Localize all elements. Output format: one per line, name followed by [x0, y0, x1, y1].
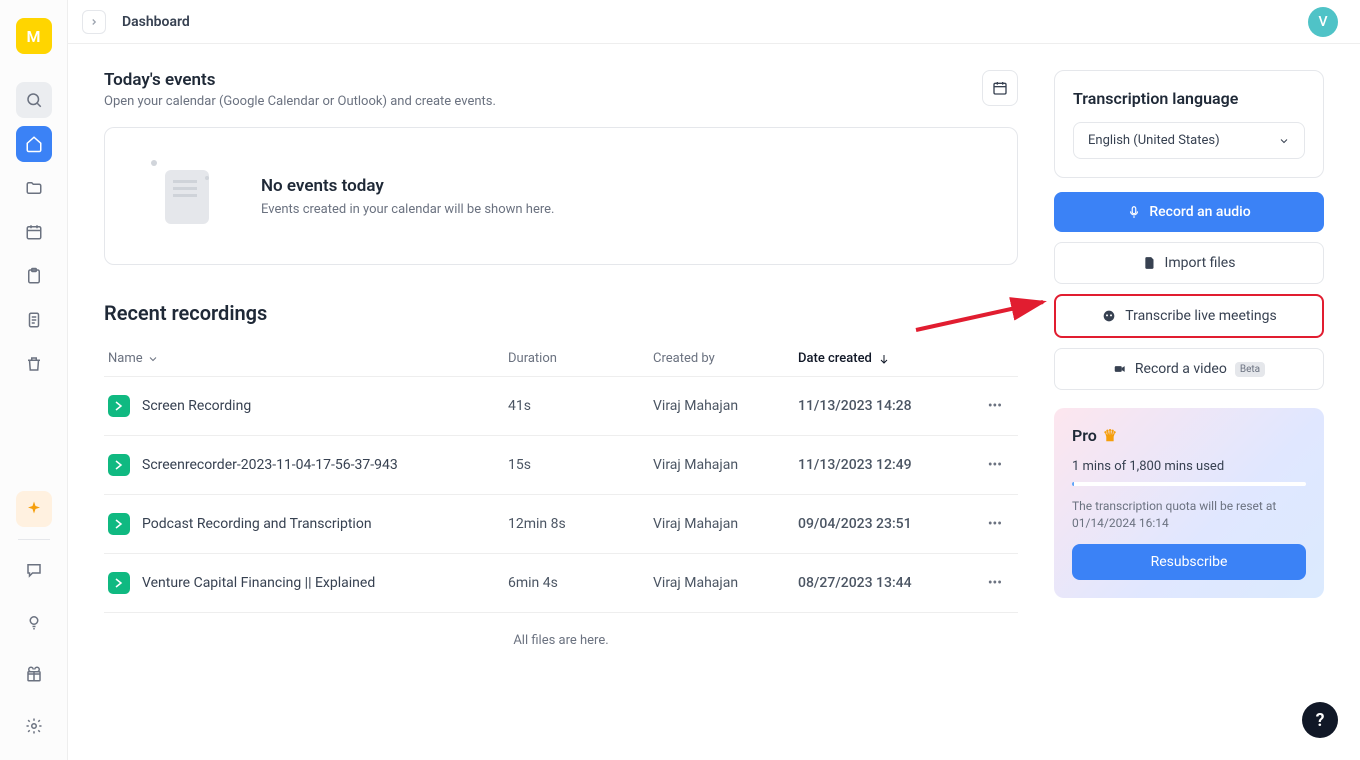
more-icon[interactable]: •••: [968, 457, 1014, 473]
search-icon[interactable]: [16, 82, 52, 118]
record-video-button[interactable]: Record a video Beta: [1054, 348, 1324, 390]
record-audio-button[interactable]: Record an audio: [1054, 192, 1324, 232]
more-icon[interactable]: •••: [968, 516, 1014, 532]
avatar[interactable]: V: [1308, 7, 1338, 37]
clipboard-icon[interactable]: [16, 258, 52, 294]
col-created-by-header: Created by: [653, 351, 798, 366]
bot-icon: [1101, 308, 1117, 324]
sparkle-icon[interactable]: [16, 491, 52, 527]
language-title: Transcription language: [1073, 89, 1305, 108]
table-row[interactable]: Venture Capital Financing || Explained 6…: [104, 554, 1018, 613]
file-icon: [108, 572, 130, 594]
video-icon: [1113, 362, 1127, 376]
sidebar: M: [0, 0, 68, 760]
import-files-button[interactable]: Import files: [1054, 242, 1324, 284]
more-icon[interactable]: •••: [968, 575, 1014, 591]
table-row[interactable]: Screenrecorder-2023-11-04-17-56-37-943 1…: [104, 436, 1018, 495]
trash-icon[interactable]: [16, 346, 52, 382]
table-row[interactable]: Screen Recording 41s Viraj Mahajan 11/13…: [104, 377, 1018, 436]
col-date-header[interactable]: Date created: [798, 351, 968, 366]
pro-title: Pro♛: [1072, 426, 1306, 445]
events-title: Today's events: [104, 70, 496, 90]
calendar-icon[interactable]: [16, 214, 52, 250]
mic-icon: [1127, 205, 1141, 219]
chevron-down-icon: [147, 353, 159, 365]
col-duration-header: Duration: [508, 351, 653, 366]
file-icon: [108, 395, 130, 417]
document-icon[interactable]: [16, 302, 52, 338]
file-icon: [1143, 256, 1157, 270]
arrow-down-icon: [878, 353, 890, 365]
recent-recordings-title: Recent recordings: [104, 301, 1018, 325]
topbar: Dashboard V: [68, 0, 1360, 44]
folder-icon[interactable]: [16, 170, 52, 206]
chevron-down-icon: [1278, 135, 1290, 147]
beta-badge: Beta: [1235, 362, 1265, 377]
open-calendar-button[interactable]: [982, 70, 1018, 106]
help-button[interactable]: ?: [1302, 702, 1338, 738]
file-icon: [108, 513, 130, 535]
gear-icon[interactable]: [16, 708, 52, 744]
pro-card: Pro♛ 1 mins of 1,800 mins used The trans…: [1054, 408, 1324, 598]
language-select[interactable]: English (United States): [1073, 122, 1305, 159]
resubscribe-button[interactable]: Resubscribe: [1072, 544, 1306, 580]
no-events-text: Events created in your calendar will be …: [261, 202, 554, 217]
usage-progress: [1072, 482, 1306, 486]
crown-icon: ♛: [1103, 426, 1117, 445]
page-title: Dashboard: [122, 14, 190, 30]
col-name-header[interactable]: Name: [108, 351, 508, 366]
no-events-card: No events today Events created in your c…: [104, 127, 1018, 265]
no-events-heading: No events today: [261, 176, 554, 196]
file-icon: [108, 454, 130, 476]
bulb-icon[interactable]: [16, 604, 52, 640]
usage-text: 1 mins of 1,800 mins used: [1072, 459, 1306, 474]
all-files-text: All files are here.: [104, 633, 1018, 648]
app-logo[interactable]: M: [16, 18, 52, 54]
reset-text: The transcription quota will be reset at…: [1072, 498, 1306, 532]
transcribe-live-button[interactable]: Transcribe live meetings: [1054, 294, 1324, 338]
home-icon[interactable]: [16, 126, 52, 162]
more-icon[interactable]: •••: [968, 398, 1014, 414]
collapse-sidebar-button[interactable]: [82, 10, 106, 34]
no-events-illustration: [141, 156, 231, 236]
gift-icon[interactable]: [16, 656, 52, 692]
language-panel: Transcription language English (United S…: [1054, 70, 1324, 178]
table-header: Name Duration Created by Date created: [104, 341, 1018, 377]
events-subtitle: Open your calendar (Google Calendar or O…: [104, 94, 496, 109]
chat-icon[interactable]: [16, 552, 52, 588]
table-row[interactable]: Podcast Recording and Transcription 12mi…: [104, 495, 1018, 554]
